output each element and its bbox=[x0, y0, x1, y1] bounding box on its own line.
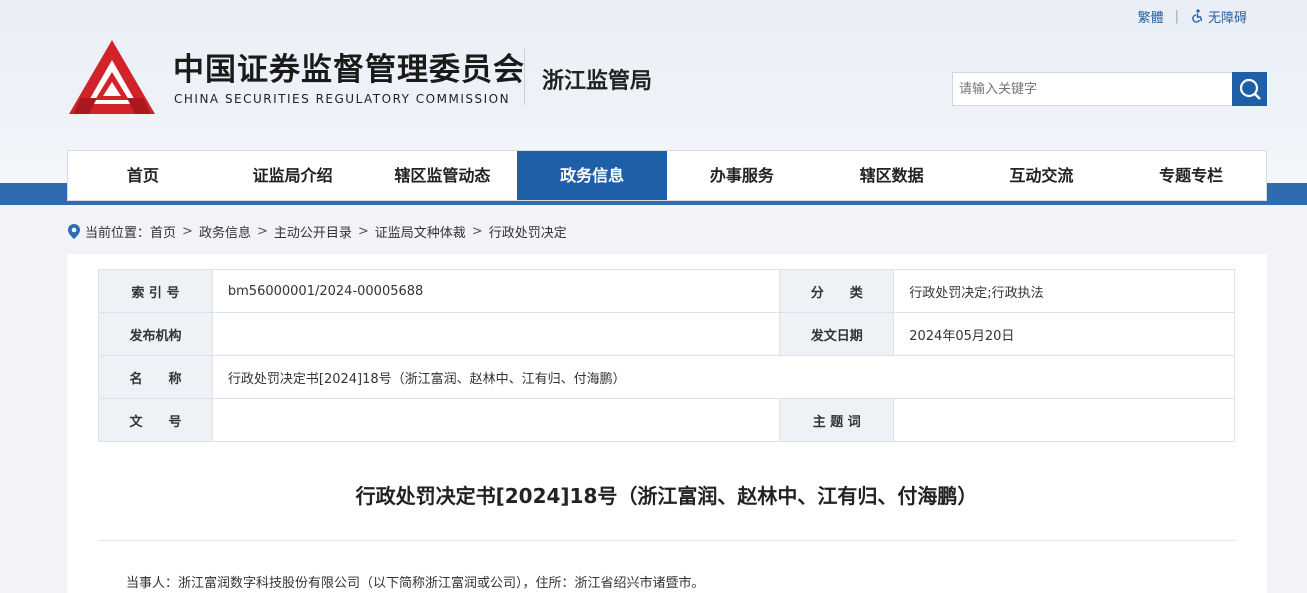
breadcrumb-home[interactable]: 首页 bbox=[150, 222, 176, 241]
breadcrumb-separator: > bbox=[182, 223, 193, 239]
document-number-label: 文 号 bbox=[98, 398, 213, 442]
breadcrumb: 当前位置： 首页 > 政务信息 > 主动公开目录 > 证监局文种体裁 > 行政处… bbox=[68, 221, 567, 241]
bureau-name: 浙江监管局 bbox=[542, 69, 653, 94]
nav-region-data[interactable]: 辖区数据 bbox=[817, 151, 967, 200]
date-label: 发文日期 bbox=[779, 312, 895, 356]
breadcrumb-separator: > bbox=[256, 223, 268, 239]
breadcrumb-separator: > bbox=[357, 223, 369, 239]
table-row: 索 引 号 bm56000001/2024-00005688 分 类 行政处罚决… bbox=[98, 269, 1235, 313]
date-value: 2024年05月20日 bbox=[893, 312, 1235, 356]
category-label: 分 类 bbox=[779, 269, 895, 313]
location-pin-icon bbox=[68, 223, 80, 239]
index-value: bm56000001/2024-00005688 bbox=[211, 269, 781, 313]
accessibility-link[interactable]: 无障碍 bbox=[1208, 7, 1247, 26]
keywords-label: 主 题 词 bbox=[779, 398, 895, 442]
publisher-label: 发布机构 bbox=[98, 312, 213, 356]
traditional-chinese-link[interactable]: 繁體 bbox=[1138, 7, 1164, 26]
nav-government-info[interactable]: 政务信息 bbox=[517, 151, 667, 200]
nav-bureau-intro[interactable]: 证监局介绍 bbox=[218, 151, 368, 200]
nav-home[interactable]: 首页 bbox=[68, 151, 218, 200]
nav-special-topics[interactable]: 专题专栏 bbox=[1116, 151, 1266, 200]
table-row: 名 称 行政处罚决定书[2024]18号（浙江富润、赵林中、江有归、付海鹏） bbox=[98, 355, 1236, 399]
top-links: 繁體 | 无障碍 bbox=[1138, 7, 1247, 26]
nav-services[interactable]: 办事服务 bbox=[667, 151, 817, 200]
search-button[interactable] bbox=[1232, 72, 1267, 106]
index-label: 索 引 号 bbox=[98, 269, 213, 313]
nav-interaction[interactable]: 互动交流 bbox=[967, 151, 1117, 200]
search-input[interactable] bbox=[952, 72, 1232, 106]
category-value: 行政处罚决定;行政执法 bbox=[893, 269, 1235, 313]
breadcrumb-penalty-decisions[interactable]: 行政处罚决定 bbox=[489, 222, 567, 241]
org-name-cn: 中国证券监督管理委员会 bbox=[173, 52, 525, 88]
header-divider bbox=[524, 48, 525, 105]
breadcrumb-document-types[interactable]: 证监局文种体裁 bbox=[375, 222, 466, 241]
breadcrumb-government-info[interactable]: 政务信息 bbox=[199, 222, 251, 241]
table-row: 文 号 主 题 词 bbox=[98, 398, 1235, 442]
breadcrumb-prefix: 当前位置： bbox=[85, 225, 151, 241]
top-links-separator: | bbox=[1174, 8, 1179, 24]
publisher-value bbox=[211, 312, 781, 356]
document-body-line: 当事人：浙江富润数字科技股份有限公司（以下简称浙江富润或公司），住所：浙江省绍兴… bbox=[126, 576, 705, 591]
title-divider bbox=[98, 540, 1235, 541]
table-row: 发布机构 发文日期 2024年05月20日 bbox=[98, 312, 1235, 356]
nav-regulation-news[interactable]: 辖区监管动态 bbox=[368, 151, 518, 200]
search-icon bbox=[1239, 78, 1261, 100]
name-label: 名 称 bbox=[98, 355, 213, 399]
document-number-value bbox=[211, 398, 781, 442]
main-nav: 首页 证监局介绍 辖区监管动态 政务信息 办事服务 辖区数据 互动交流 专题专栏 bbox=[67, 150, 1267, 201]
document-title: 行政处罚决定书[2024]18号（浙江富润、赵林中、江有归、付海鹏） bbox=[355, 484, 978, 508]
org-name-en: CHINA SECURITIES REGULATORY COMMISSION bbox=[174, 92, 511, 106]
breadcrumb-separator: > bbox=[471, 223, 483, 239]
document-info-table: 索 引 号 bm56000001/2024-00005688 分 类 行政处罚决… bbox=[98, 269, 1236, 442]
csrc-logo-icon[interactable] bbox=[67, 38, 157, 118]
keywords-value bbox=[893, 398, 1235, 442]
breadcrumb-public-catalog[interactable]: 主动公开目录 bbox=[274, 222, 352, 241]
name-value: 行政处罚决定书[2024]18号（浙江富润、赵林中、江有归、付海鹏） bbox=[211, 355, 1236, 399]
accessibility-icon bbox=[1192, 9, 1203, 23]
